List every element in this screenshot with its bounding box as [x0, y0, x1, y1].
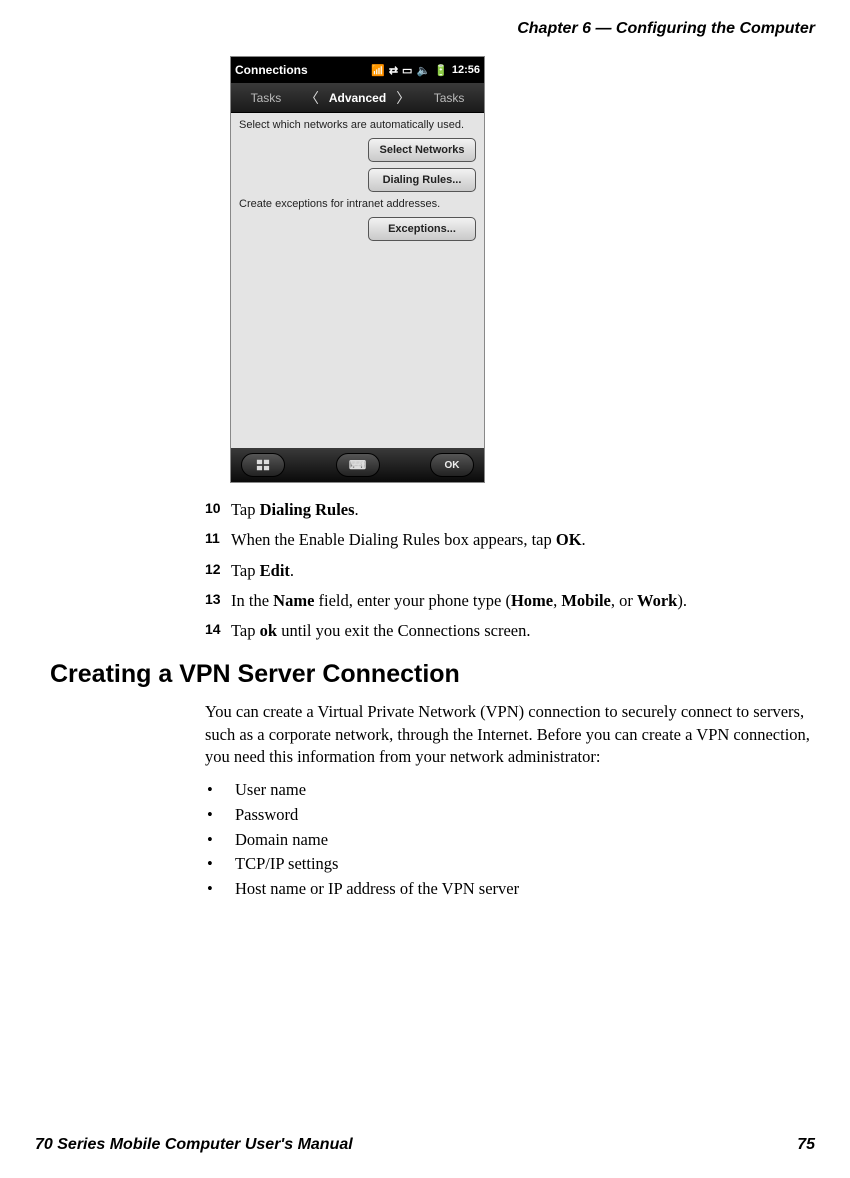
sc-bottombar: ⌨ OK — [231, 448, 484, 482]
step-number: 13 — [205, 590, 231, 612]
list-item: TCP/IP settings — [207, 852, 825, 877]
sc-instruction-1: Select which networks are automatically … — [239, 119, 476, 132]
chevron-right-icon[interactable]: 〉 — [392, 88, 414, 108]
step-number: 11 — [205, 529, 231, 551]
step-number: 14 — [205, 620, 231, 642]
chevron-left-icon[interactable]: 〈 — [301, 88, 323, 108]
step-13: 13 In the Name field, enter your phone t… — [205, 590, 825, 612]
footer-page-number: 75 — [797, 1136, 815, 1154]
keyboard-button[interactable]: ⌨ — [336, 453, 380, 477]
sc-titlebar: Connections 📶 ⇄ ▭ 🔈 🔋 12:56 — [231, 57, 484, 83]
sc-title: Connections — [235, 63, 308, 77]
sc-clock: 12:56 — [452, 64, 480, 76]
step-11: 11 When the Enable Dialing Rules box app… — [205, 529, 825, 551]
sc-body: Select which networks are automatically … — [231, 113, 484, 241]
page-content: Connections 📶 ⇄ ▭ 🔈 🔋 12:56 Tasks 〈 Adva… — [205, 56, 825, 902]
signal-icon: 📶 — [371, 64, 385, 77]
step-number: 10 — [205, 499, 231, 521]
exceptions-button[interactable]: Exceptions... — [368, 217, 476, 241]
step-body: Tap Edit. — [231, 560, 825, 582]
sc-tabbar: Tasks 〈 Advanced 〉 Tasks — [231, 83, 484, 113]
footer-manual-title: 70 Series Mobile Computer User's Manual — [35, 1136, 353, 1154]
section-paragraph: You can create a Virtual Private Network… — [205, 701, 825, 768]
list-item: Host name or IP address of the VPN serve… — [207, 877, 825, 902]
dialing-rules-button[interactable]: Dialing Rules... — [368, 168, 476, 192]
ok-button[interactable]: OK — [430, 453, 474, 477]
page-footer: 70 Series Mobile Computer User's Manual … — [35, 1136, 815, 1154]
sc-tab-left[interactable]: Tasks — [231, 91, 301, 105]
sc-tab-right[interactable]: Tasks — [414, 91, 484, 105]
card-icon: ▭ — [402, 64, 412, 77]
device-screenshot: Connections 📶 ⇄ ▭ 🔈 🔋 12:56 Tasks 〈 Adva… — [230, 56, 485, 483]
sc-instruction-2: Create exceptions for intranet addresses… — [239, 198, 476, 211]
select-networks-button[interactable]: Select Networks — [368, 138, 476, 162]
step-body: Tap Dialing Rules. — [231, 499, 825, 521]
step-body: Tap ok until you exit the Connections sc… — [231, 620, 825, 642]
step-body: When the Enable Dialing Rules box appear… — [231, 529, 825, 551]
battery-icon: 🔋 — [434, 64, 448, 77]
section-heading: Creating a VPN Server Connection — [50, 660, 825, 689]
sc-tab-center[interactable]: Advanced — [323, 91, 392, 105]
sc-status-icons: 📶 ⇄ ▭ 🔈 🔋 12:56 — [371, 64, 480, 77]
step-number: 12 — [205, 560, 231, 582]
windows-icon — [256, 458, 270, 472]
bullet-list: User name Password Domain name TCP/IP se… — [207, 778, 825, 902]
chapter-header: Chapter 6 — Configuring the Computer — [35, 20, 815, 38]
volume-icon: 🔈 — [416, 64, 430, 77]
list-item: Domain name — [207, 828, 825, 853]
step-14: 14 Tap ok until you exit the Connections… — [205, 620, 825, 642]
list-item: User name — [207, 778, 825, 803]
start-button[interactable] — [241, 453, 285, 477]
step-body: In the Name field, enter your phone type… — [231, 590, 825, 612]
step-12: 12 Tap Edit. — [205, 560, 825, 582]
keyboard-icon: ⌨ — [349, 458, 366, 472]
sync-icon: ⇄ — [389, 64, 398, 77]
step-10: 10 Tap Dialing Rules. — [205, 499, 825, 521]
list-item: Password — [207, 803, 825, 828]
